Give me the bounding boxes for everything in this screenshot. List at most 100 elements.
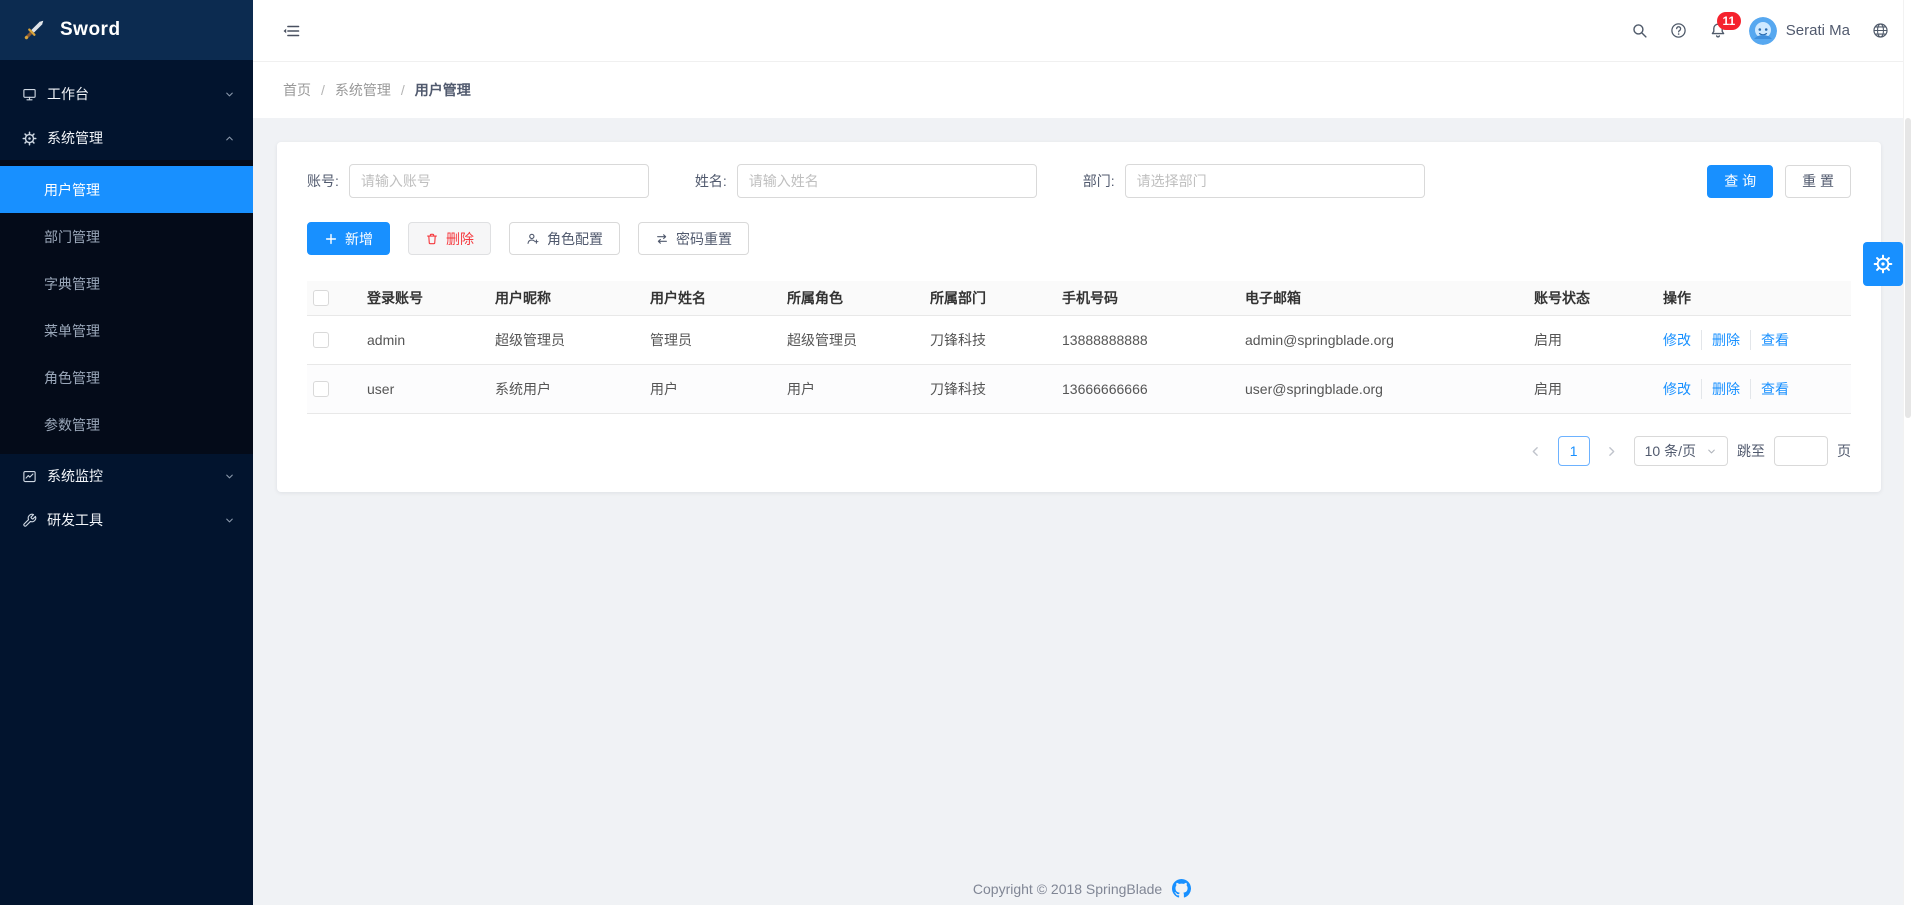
breadcrumb: 首页 / 系统管理 / 用户管理 [253, 62, 1911, 118]
copyright-text: Copyright © 2018 SpringBlade [973, 881, 1162, 897]
dept-select[interactable] [1125, 164, 1425, 198]
sword-logo-icon [20, 16, 48, 44]
sidebar: Sword 工作台 系统管理 用户管理 部门管理 字典管理 菜单管理 角色管理 … [0, 0, 253, 905]
scrollbar-thumb[interactable] [1905, 118, 1911, 418]
name-input[interactable] [737, 164, 1037, 198]
col-nickname: 用户昵称 [489, 281, 644, 316]
prev-page-button[interactable] [1523, 438, 1549, 464]
sidebar-item-dev-tools[interactable]: 研发工具 [0, 498, 253, 542]
col-actions: 操作 [1657, 281, 1851, 316]
breadcrumb-home[interactable]: 首页 [283, 80, 311, 100]
view-link[interactable]: 查看 [1750, 379, 1799, 399]
chevron-right-icon [1605, 445, 1618, 458]
submenu-label: 角色管理 [44, 368, 100, 388]
row-actions: 修改 删除 查看 [1663, 379, 1845, 399]
theme-settings-button[interactable] [1863, 242, 1903, 286]
row-actions: 修改 删除 查看 [1663, 330, 1845, 350]
delete-link[interactable]: 删除 [1701, 330, 1750, 350]
cell-status: 启用 [1528, 365, 1657, 414]
cell-name: 用户 [644, 365, 781, 414]
chart-icon [22, 469, 37, 484]
delete-button-label: 删除 [446, 229, 474, 249]
page-number-button[interactable]: 1 [1558, 436, 1590, 466]
edit-link[interactable]: 修改 [1663, 330, 1701, 350]
add-button[interactable]: 新增 [307, 222, 390, 255]
col-dept: 所属部门 [924, 281, 1056, 316]
sidebar-item-system-mgmt[interactable]: 系统管理 [0, 116, 253, 160]
cell-status: 启用 [1528, 316, 1657, 365]
search-icon[interactable] [1631, 22, 1648, 39]
collapse-sidebar-button[interactable] [281, 23, 301, 39]
user-menu[interactable]: Serati Ma [1749, 17, 1850, 45]
col-role: 所属角色 [781, 281, 924, 316]
breadcrumb-current: 用户管理 [415, 80, 471, 100]
sidebar-submenu-system: 用户管理 部门管理 字典管理 菜单管理 角色管理 参数管理 [0, 160, 253, 454]
col-login-account: 登录账号 [361, 281, 489, 316]
app-window: Sword 工作台 系统管理 用户管理 部门管理 字典管理 菜单管理 角色管理 … [0, 0, 1911, 905]
delete-button[interactable]: 删除 [408, 222, 491, 255]
row-checkbox[interactable] [313, 381, 329, 397]
cell-email: user@springblade.org [1239, 365, 1528, 414]
user-add-icon [526, 232, 540, 246]
password-reset-button[interactable]: 密码重置 [638, 222, 749, 255]
gear-icon [1873, 254, 1893, 274]
delete-link[interactable]: 删除 [1701, 379, 1750, 399]
breadcrumb-system-mgmt[interactable]: 系统管理 [335, 80, 391, 100]
pagination: 1 10 条/页 跳至 页 [307, 436, 1851, 466]
account-input[interactable] [349, 164, 649, 198]
sidebar-subitem-dict-mgmt[interactable]: 字典管理 [0, 260, 253, 307]
edit-link[interactable]: 修改 [1663, 379, 1701, 399]
avatar [1749, 17, 1777, 45]
plus-icon [324, 232, 338, 246]
submenu-label: 用户管理 [44, 180, 100, 200]
view-link[interactable]: 查看 [1750, 330, 1799, 350]
sidebar-subitem-menu-mgmt[interactable]: 菜单管理 [0, 307, 253, 354]
brand-name: Sword [60, 19, 121, 41]
caret-down-icon [1706, 446, 1717, 457]
sidebar-item-system-monitor[interactable]: 系统监控 [0, 454, 253, 498]
chevron-down-icon [224, 471, 235, 482]
search-button[interactable]: 查 询 [1707, 165, 1773, 198]
row-checkbox[interactable] [313, 332, 329, 348]
content-area: 账号: 姓名: 部门: 查 询 重 置 [253, 118, 1911, 905]
sidebar-subitem-user-mgmt[interactable]: 用户管理 [0, 166, 253, 213]
menu-fold-icon [281, 23, 301, 39]
users-table: 登录账号 用户昵称 用户姓名 所属角色 所属部门 手机号码 电子邮箱 账号状态 … [307, 281, 1851, 414]
sidebar-subitem-dept-mgmt[interactable]: 部门管理 [0, 213, 253, 260]
sidebar-subitem-param-mgmt[interactable]: 参数管理 [0, 401, 253, 448]
notifications-bell-icon[interactable]: 11 [1709, 21, 1727, 40]
role-config-label: 角色配置 [547, 229, 603, 249]
page-size-select[interactable]: 10 条/页 [1634, 436, 1728, 466]
user-management-panel: 账号: 姓名: 部门: 查 询 重 置 [277, 142, 1881, 492]
table-toolbar: 新增 删除 角色配置 密码重置 [307, 222, 1851, 255]
breadcrumb-separator: / [321, 82, 325, 98]
page-footer: Copyright © 2018 SpringBlade [253, 879, 1911, 898]
sidebar-subitem-role-mgmt[interactable]: 角色管理 [0, 354, 253, 401]
next-page-button[interactable] [1599, 438, 1625, 464]
wrench-icon [22, 513, 37, 528]
sidebar-item-label: 工作台 [47, 84, 224, 104]
cell-dept: 刀锋科技 [924, 316, 1056, 365]
cell-nickname: 系统用户 [489, 365, 644, 414]
add-button-label: 新增 [345, 229, 373, 249]
monitor-icon [22, 87, 37, 102]
sidebar-item-workbench[interactable]: 工作台 [0, 72, 253, 116]
sidebar-item-label: 研发工具 [47, 510, 224, 530]
table-row: user 系统用户 用户 用户 刀锋科技 13666666666 user@sp… [307, 365, 1851, 414]
reset-button[interactable]: 重 置 [1785, 165, 1851, 198]
role-config-button[interactable]: 角色配置 [509, 222, 620, 255]
submenu-label: 部门管理 [44, 227, 100, 247]
help-icon[interactable] [1670, 22, 1687, 39]
col-email: 电子邮箱 [1239, 281, 1528, 316]
notification-badge: 11 [1717, 12, 1741, 30]
select-all-checkbox[interactable] [313, 290, 329, 306]
language-globe-icon[interactable] [1872, 22, 1889, 39]
brand: Sword [0, 0, 253, 60]
cell-dept: 刀锋科技 [924, 365, 1056, 414]
account-label: 账号: [307, 171, 339, 191]
name-label: 姓名: [695, 171, 727, 191]
cell-nickname: 超级管理员 [489, 316, 644, 365]
github-icon[interactable] [1172, 879, 1191, 898]
page-jump-input[interactable] [1774, 436, 1828, 466]
password-reset-label: 密码重置 [676, 229, 732, 249]
